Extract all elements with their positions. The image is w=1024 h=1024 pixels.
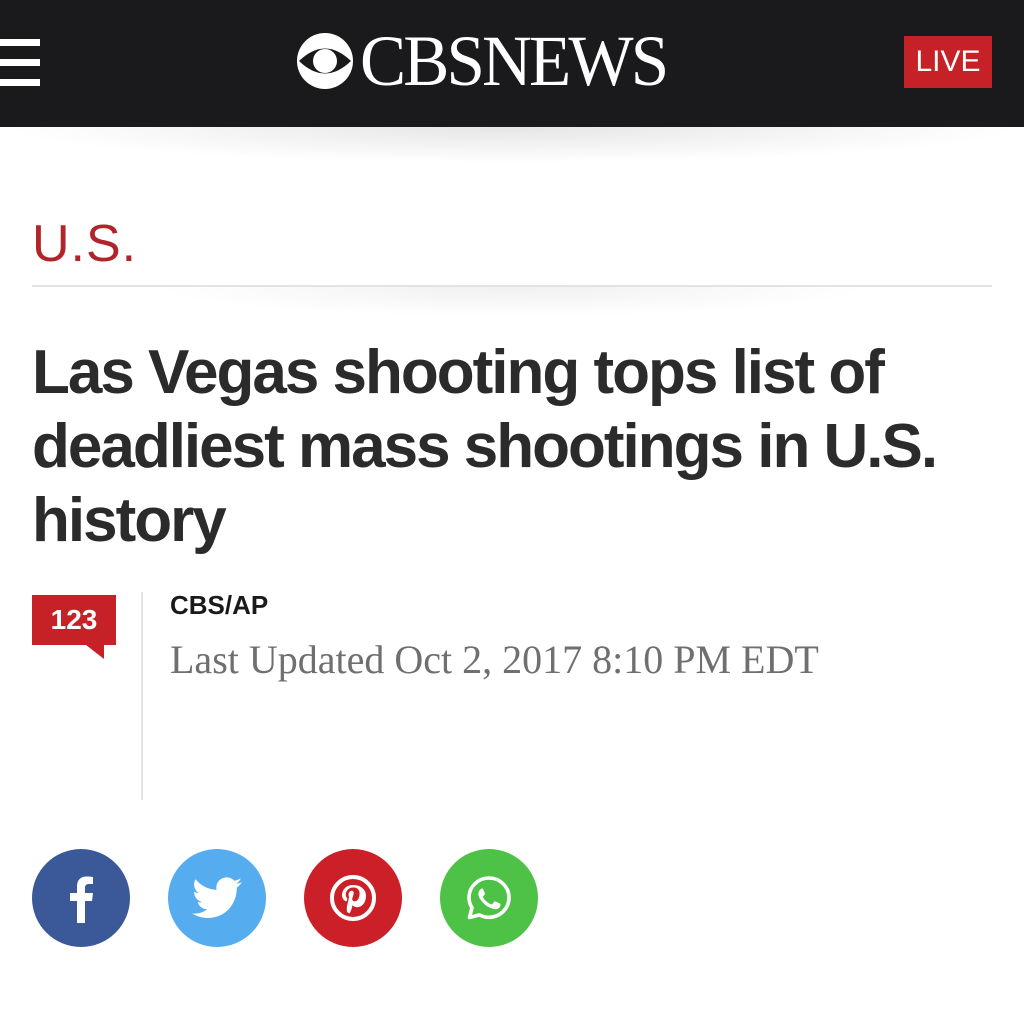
logo-wordmark: CBSNEWS [360,21,669,101]
whatsapp-icon [467,876,511,920]
whatsapp-share-button[interactable] [440,849,538,947]
meta-vertical-rule [141,592,143,800]
comment-badge-tail [86,645,104,659]
article-headline: Las Vegas shooting tops list of deadlies… [32,338,938,555]
header-shadow [0,127,1024,163]
cbs-news-logo[interactable]: CBSNEWS [296,21,679,101]
article-byline: CBS/AP [170,590,269,620]
facebook-share-button[interactable] [32,849,130,947]
pinterest-icon [330,875,376,921]
twitter-share-button[interactable] [168,849,266,947]
last-updated-timestamp: Last Updated Oct 2, 2017 8:10 PM EDT [170,637,819,682]
section-label[interactable]: U.S. [32,212,137,276]
hamburger-menu-icon[interactable] [0,39,40,87]
twitter-icon [192,877,242,918]
top-navigation-bar: CBSNEWS LIVE [0,0,1024,127]
pinterest-share-button[interactable] [304,849,402,947]
live-button[interactable]: LIVE [904,36,992,88]
cbs-eye-icon [297,33,353,89]
divider-shadow [150,287,874,317]
comment-count-badge[interactable]: 123 [32,595,116,645]
facebook-icon [70,876,93,923]
